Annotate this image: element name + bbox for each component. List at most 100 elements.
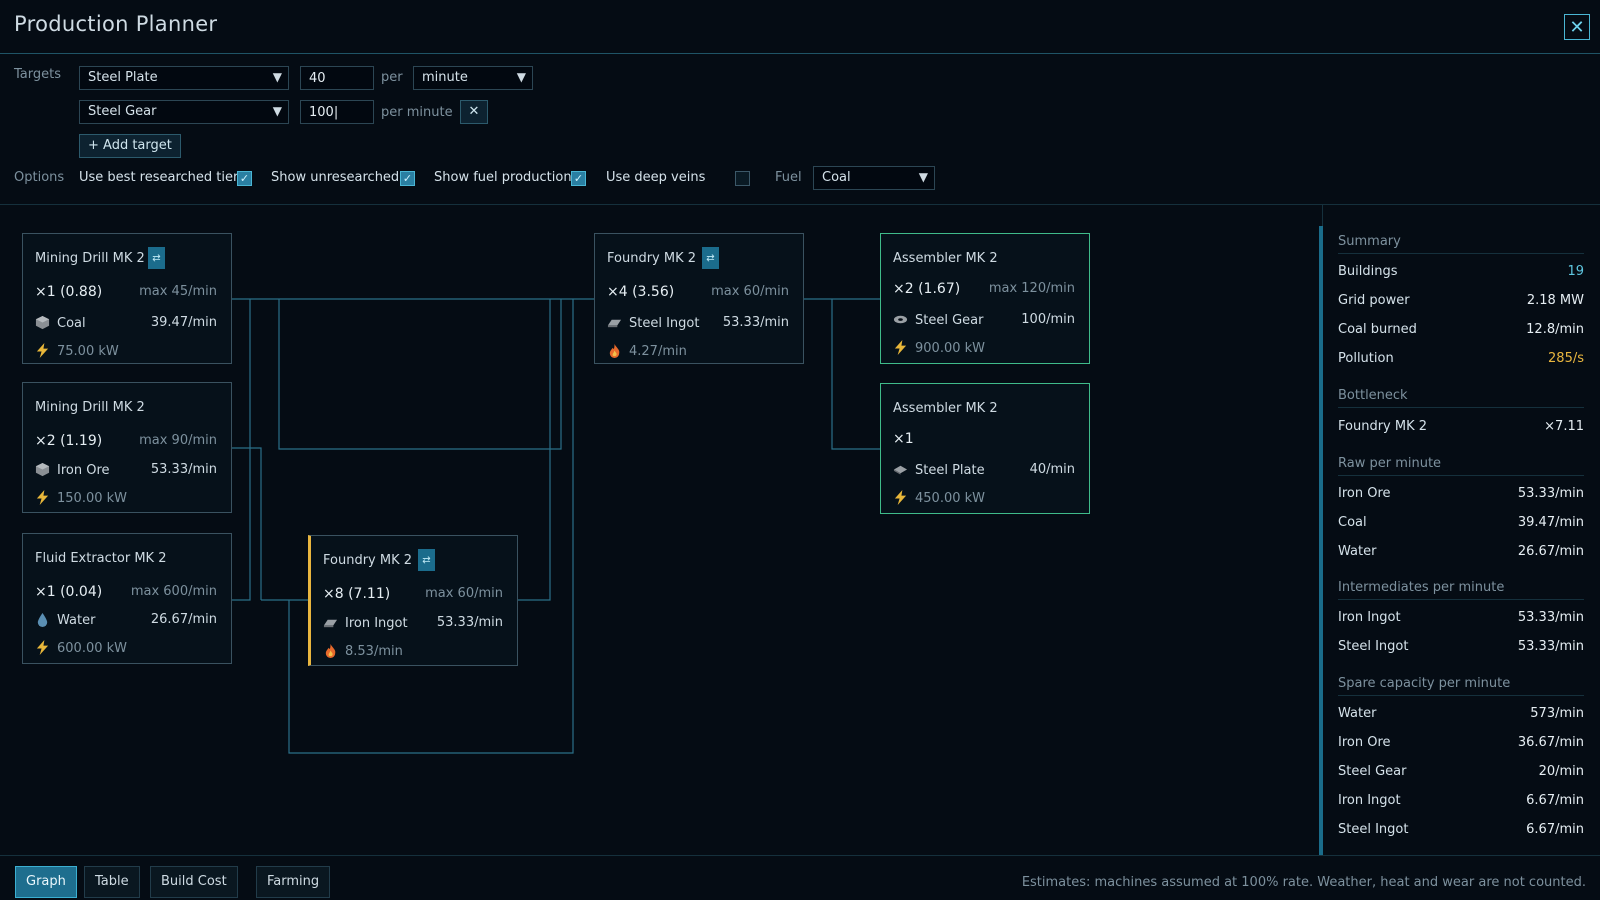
node-max: max 90/min <box>139 433 217 448</box>
target-item-value-2: Steel Gear <box>88 104 157 119</box>
node-assembler-plate[interactable]: Assembler MK 2 ×1 Steel Plate 40/min 450… <box>880 383 1090 514</box>
target-amount-input-2[interactable] <box>300 100 374 124</box>
show-fuel-production-label: Show fuel production <box>434 170 572 185</box>
summary-coal-burned: Coal burned 12.8/min <box>1338 322 1584 337</box>
node-title: Fluid Extractor MK 2 <box>35 551 167 566</box>
output-item: Steel Plate <box>915 463 985 478</box>
tab-table[interactable]: Table <box>84 866 140 898</box>
show-fuel-production-checkbox[interactable]: ✓ <box>571 171 586 186</box>
close-icon: ✕ <box>468 104 480 119</box>
target-unit-select-1[interactable]: minute ▼ <box>413 66 533 90</box>
node-fuel-row: 8.53/min <box>323 643 503 659</box>
lightning-icon <box>894 490 907 505</box>
use-best-tier-label: Use best researched tier <box>79 170 239 185</box>
node-count: ×1 (0.88) <box>35 284 103 300</box>
summary-scrollbar[interactable] <box>1319 226 1323 856</box>
output-rate: 40/min <box>1029 462 1075 477</box>
check-icon: ✓ <box>239 172 250 185</box>
lightning-icon <box>36 490 49 505</box>
spare-row: Iron Ore 36.67/min <box>1338 735 1584 750</box>
node-foundry-steel[interactable]: Foundry MK 2 ⇄ ×4 (3.56) max 60/min Stee… <box>594 233 804 364</box>
power-value: 450.00 kW <box>915 491 986 506</box>
raw-row: Water 26.67/min <box>1338 544 1584 559</box>
node-power-row: 450.00 kW <box>893 490 1075 506</box>
lightning-icon <box>36 343 49 358</box>
close-button[interactable]: ✕ <box>1564 14 1590 40</box>
spare-row: Steel Ingot 6.67/min <box>1338 822 1584 837</box>
output-item: Water <box>57 613 96 628</box>
use-deep-veins-checkbox[interactable] <box>735 171 750 186</box>
target-item-select-2[interactable]: Steel Gear ▼ <box>79 100 289 124</box>
node-output-row: Coal 39.47/min <box>35 315 217 331</box>
output-item: Iron Ingot <box>345 616 408 631</box>
swap-icon: ⇄ <box>422 554 431 566</box>
production-graph[interactable]: Mining Drill MK 2 ⇄ ×1 (0.88) max 45/min… <box>0 205 1318 855</box>
output-rate: 100/min <box>1021 312 1075 327</box>
fuel-value: Coal <box>822 170 851 185</box>
remove-target-button[interactable]: ✕ <box>460 100 488 124</box>
intermediates-heading: Intermediates per minute <box>1338 580 1584 600</box>
spare-row: Iron Ingot 6.67/min <box>1338 793 1584 808</box>
node-max: max 45/min <box>139 284 217 299</box>
gear-icon <box>893 315 908 324</box>
swap-recipe-button[interactable]: ⇄ <box>148 247 165 269</box>
node-output-row: Iron Ore 53.33/min <box>35 462 217 478</box>
add-target-button[interactable]: + Add target <box>79 134 181 158</box>
node-output-row: Steel Ingot 53.33/min <box>607 315 789 331</box>
per-minute-label: per minute <box>381 105 453 120</box>
node-title: Mining Drill MK 2 <box>35 400 145 415</box>
flame-icon <box>325 643 336 658</box>
swap-recipe-button[interactable]: ⇄ <box>702 247 719 269</box>
output-item: Steel Ingot <box>629 316 700 331</box>
output-item: Iron Ore <box>57 463 110 478</box>
node-foundry-iron[interactable]: Foundry MK 2 ⇄ ×8 (7.11) max 60/min Iron… <box>308 535 518 666</box>
raw-heading: Raw per minute <box>1338 456 1584 476</box>
wire-iron-ore <box>232 447 262 600</box>
ingot-icon <box>323 619 338 628</box>
node-title: Assembler MK 2 <box>893 251 998 266</box>
node-assembler-gear[interactable]: Assembler MK 2 ×2 (1.67) max 120/min Ste… <box>880 233 1090 364</box>
summary-pollution: Pollution 285/s <box>1338 351 1584 366</box>
target-item-select-1[interactable]: Steel Plate ▼ <box>79 66 289 90</box>
lightning-icon <box>894 340 907 355</box>
node-count: ×2 (1.19) <box>35 433 103 449</box>
wire-water-branch <box>232 299 251 601</box>
wire-steel-to-plate <box>831 299 880 450</box>
use-best-tier-checkbox[interactable]: ✓ <box>237 171 252 186</box>
intermediate-row: Steel Ingot 53.33/min <box>1338 639 1584 654</box>
target-amount-input-1[interactable] <box>300 66 374 90</box>
tab-farming[interactable]: Farming <box>256 866 331 898</box>
tab-build-cost[interactable]: Build Cost <box>150 866 238 898</box>
node-output-row: Water 26.67/min <box>35 612 217 628</box>
node-max: max 600/min <box>130 584 217 599</box>
fuel-select[interactable]: Coal ▼ <box>813 166 935 190</box>
node-mining-drill-iron[interactable]: Mining Drill MK 2 ×2 (1.19) max 90/min I… <box>22 382 232 513</box>
output-item: Coal <box>57 316 86 331</box>
spare-heading: Spare capacity per minute <box>1338 676 1584 696</box>
swap-recipe-button[interactable]: ⇄ <box>418 549 435 571</box>
lightning-icon <box>36 640 49 655</box>
node-output-row: Steel Gear 100/min <box>893 312 1075 328</box>
window-title: Production Planner <box>14 12 218 36</box>
power-value: 600.00 kW <box>57 641 128 656</box>
node-output-row: Steel Plate 40/min <box>893 462 1075 478</box>
node-mining-drill-coal[interactable]: Mining Drill MK 2 ⇄ ×1 (0.88) max 45/min… <box>22 233 232 364</box>
footer-note: Estimates: machines assumed at 100% rate… <box>1021 875 1586 890</box>
node-output-row: Iron Ingot 53.33/min <box>323 615 503 631</box>
summary-heading: Summary <box>1338 234 1584 254</box>
check-icon: ✓ <box>573 172 584 185</box>
summary-buildings: Buildings 19 <box>1338 264 1584 279</box>
show-unresearched-checkbox[interactable]: ✓ <box>400 171 415 186</box>
ore-cube-icon <box>35 315 50 330</box>
title-bar: Production Planner ✕ <box>0 0 1600 54</box>
node-count: ×8 (7.11) <box>323 586 391 602</box>
node-title: Foundry MK 2 <box>323 553 413 568</box>
plate-icon <box>893 465 908 475</box>
node-fluid-extractor[interactable]: Fluid Extractor MK 2 ×1 (0.04) max 600/m… <box>22 533 232 664</box>
tab-graph[interactable]: Graph <box>15 866 77 898</box>
per-label: per <box>381 70 403 85</box>
targets-label: Targets <box>14 67 61 82</box>
node-max: max 60/min <box>711 284 789 299</box>
dropdown-arrow-icon: ▼ <box>272 104 282 118</box>
node-count: ×1 <box>893 431 914 447</box>
